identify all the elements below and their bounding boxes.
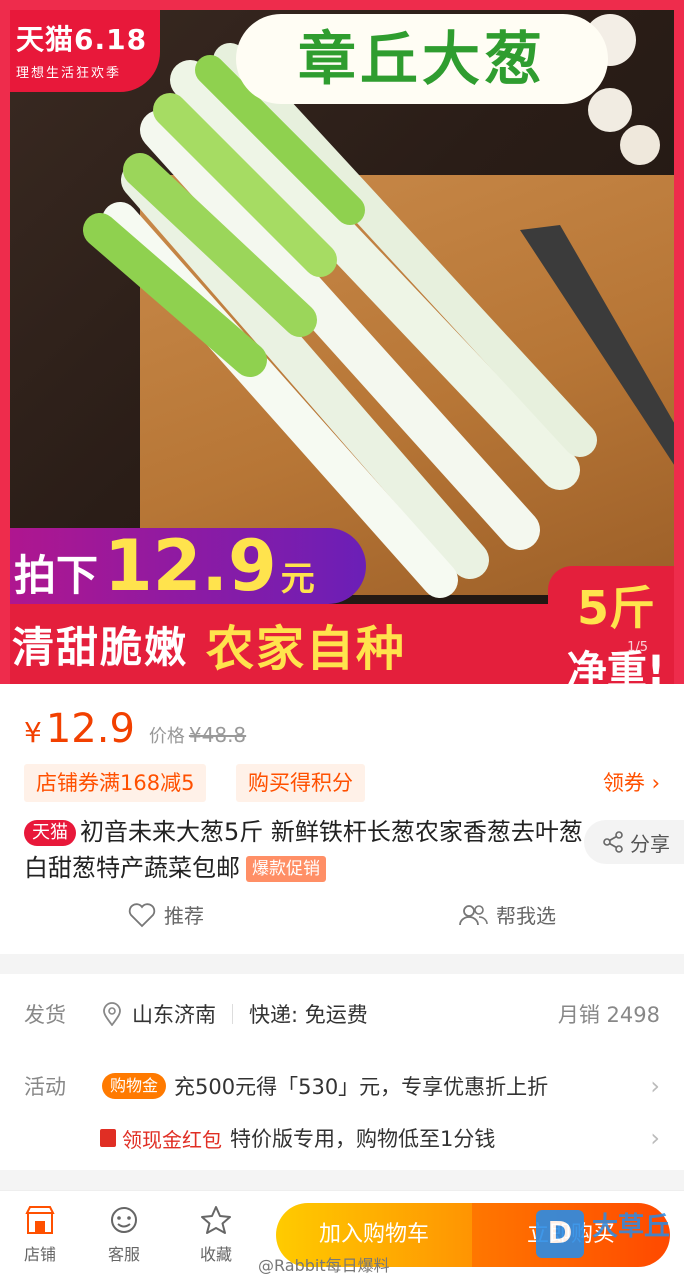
people-icon: [459, 904, 488, 925]
ship-location-text: 山东济南: [132, 1003, 216, 1027]
current-price: 12.9: [45, 706, 135, 752]
image-counter: 1/5: [627, 640, 648, 655]
service-label: 客服: [107, 1245, 140, 1264]
badge-tagline: 理想生活狂欢季: [16, 66, 122, 81]
promo-gold-row[interactable]: 活动 购物金 充500元得「530」元，专享优惠折上折 ›: [24, 1070, 660, 1102]
price-prefix: 拍下: [14, 551, 99, 600]
currency-symbol: ¥: [24, 716, 42, 749]
site-watermark-logo: D 大草丘: [536, 1202, 676, 1262]
divider: [232, 1004, 233, 1024]
heart-icon: [128, 902, 156, 927]
recommend-label: 推荐: [164, 904, 204, 928]
tmall-tag: 天猫: [24, 820, 76, 846]
redpacket-text: 特价版专用，购物低至1分钱: [230, 1127, 496, 1151]
shipping-card: 发货 山东济南 快递: 免运费 月销 2498 活动 购物金 充500元得「53…: [0, 974, 684, 1170]
customer-service-icon: [111, 1207, 137, 1233]
shop-icon: [25, 1206, 55, 1234]
chevron-right-icon: ›: [650, 1124, 660, 1152]
product-image-gallery[interactable]: 天猫6.18 理想生活狂欢季 章丘大葱 拍下 12.9 元 清甜脆嫩 农家自种 …: [0, 0, 684, 684]
shop-label: 店铺: [23, 1245, 56, 1264]
slogan-right: 农家自种: [206, 621, 407, 677]
watermark-logo-letter: D: [536, 1210, 584, 1258]
product-info-card: ¥ 12.9 价格 ¥48.8 店铺券满168减5 购买得积分 领券 › 天猫初…: [0, 684, 684, 954]
price-row: ¥ 12.9 价格 ¥48.8: [24, 706, 246, 752]
slogan-left: 清甜脆嫩: [12, 622, 189, 672]
redpacket-pill-text: 领现金红包: [122, 1127, 222, 1152]
location-pin-icon: [103, 1002, 121, 1026]
help-choose-button[interactable]: 帮我选: [458, 900, 556, 929]
share-button[interactable]: 分享: [584, 820, 684, 864]
weibo-watermark: @Rabbit每日爆料: [258, 1256, 390, 1275]
watermark-logo-text: 大草丘: [592, 1212, 671, 1242]
action-row: 推荐 帮我选: [0, 900, 684, 942]
weight-label: 净重!: [566, 648, 666, 684]
hero-price-banner: 拍下 12.9 元: [0, 528, 366, 604]
get-coupon-link[interactable]: 领券 ›: [603, 764, 660, 802]
promo-label: 活动: [24, 1075, 66, 1099]
shipping-row[interactable]: 发货 山东济南 快递: 免运费 月销 2498: [24, 998, 660, 1030]
hero-price-unit: 元: [280, 559, 315, 599]
hero-price: 12.9: [104, 525, 277, 607]
share-icon: [603, 831, 623, 853]
coupon-row: 店铺券满168减5 购买得积分 领券 ›: [0, 764, 684, 804]
service-tab[interactable]: 客服: [94, 1205, 154, 1265]
points-tag[interactable]: 购买得积分: [236, 764, 365, 802]
ship-location: 山东济南: [102, 999, 216, 1029]
recommend-button[interactable]: 推荐: [128, 900, 204, 929]
shipping-label: 发货: [24, 1003, 66, 1027]
help-choose-label: 帮我选: [496, 904, 556, 928]
monthly-sales: 月销 2498: [557, 1003, 660, 1027]
star-icon: [201, 1206, 231, 1234]
shop-coupon-tag[interactable]: 店铺券满168减5: [24, 764, 207, 802]
weight-value: 5斤: [576, 581, 655, 635]
redpacket-pill: 领现金红包: [100, 1124, 222, 1153]
hero-title: 章丘大葱: [236, 14, 608, 104]
express-fee: 快递: 免运费: [249, 1003, 368, 1027]
hot-promo-tag: 爆款促销: [246, 856, 326, 882]
product-title: 天猫 初音未来大葱5斤 新鲜铁杆长葱农家香葱去叶葱白甜葱特产蔬菜包邮 爆款促销: [24, 814, 584, 886]
gold-pill: 购物金: [102, 1073, 167, 1099]
weight-badge: 5斤 净重!: [548, 566, 684, 684]
favorite-label: 收藏: [199, 1245, 232, 1264]
redpacket-icon: [100, 1129, 116, 1147]
share-label: 分享: [630, 831, 670, 856]
favorite-tab[interactable]: 收藏: [186, 1205, 246, 1265]
tmall-618-badge: 天猫6.18 理想生活狂欢季: [0, 0, 160, 92]
badge-brand: 天猫6.18: [16, 23, 148, 56]
original-price: ¥48.8: [188, 723, 247, 747]
chevron-right-icon: ›: [650, 1072, 660, 1100]
promo-redpacket-row[interactable]: 领现金红包 特价版专用，购物低至1分钱 ›: [100, 1122, 660, 1154]
gold-text: 充500元得「530」元，专享优惠折上折: [174, 1075, 549, 1099]
original-price-label: 价格: [148, 726, 185, 747]
shop-tab[interactable]: 店铺: [10, 1205, 70, 1265]
